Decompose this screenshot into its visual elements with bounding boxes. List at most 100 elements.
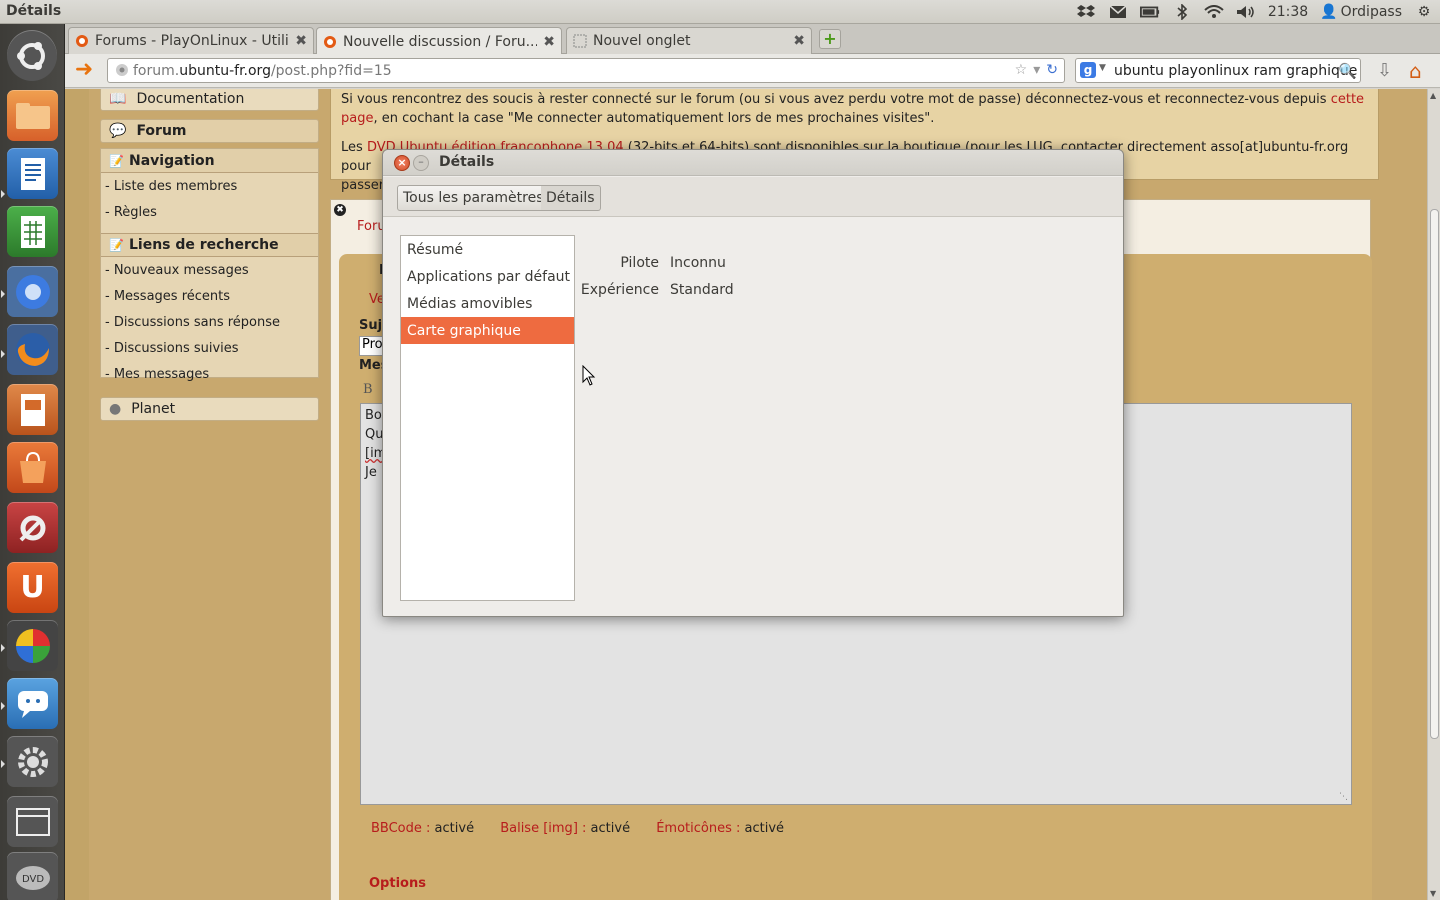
mail-icon[interactable] xyxy=(1108,4,1128,20)
ubuntu-dash-icon[interactable] xyxy=(7,30,57,81)
sidebar-item-sans-reponse[interactable]: - Discussions sans réponse xyxy=(101,309,318,335)
running-indicator xyxy=(1,190,5,198)
active-app-title: Détails xyxy=(6,3,62,19)
firefox-icon[interactable] xyxy=(7,324,58,375)
chromium-icon[interactable] xyxy=(7,266,58,317)
img-value: activé xyxy=(590,821,631,836)
running-indicator xyxy=(1,350,5,358)
url-path: /post.php?fid=15 xyxy=(270,62,392,79)
dropdown-icon[interactable]: ▾ xyxy=(1033,62,1040,78)
page-scrollbar[interactable]: ▲ ▼ xyxy=(1427,89,1440,900)
search-links-title: Liens de recherche xyxy=(129,237,279,253)
google-icon[interactable]: g xyxy=(1080,62,1096,78)
close-tab-icon[interactable]: ✖ xyxy=(543,34,555,50)
notice-link[interactable]: page xyxy=(341,111,373,126)
url-actions: ☆ ▾ ↻ xyxy=(1015,62,1058,78)
back-arrow-icon[interactable]: ➜ xyxy=(71,59,97,83)
user-icon: 👤 xyxy=(1320,4,1338,20)
close-tab-icon[interactable]: ✖ xyxy=(793,33,805,49)
settings-tools-icon[interactable] xyxy=(7,502,58,553)
search-links-heading: 📝 Liens de recherche xyxy=(101,233,318,257)
launcher: U DVD xyxy=(0,24,65,900)
wifi-icon[interactable] xyxy=(1204,4,1224,20)
bluetooth-icon[interactable] xyxy=(1172,4,1192,20)
engine-dropdown-icon[interactable]: ▼ xyxy=(1099,63,1106,73)
user-menu[interactable]: 👤 Ordipass xyxy=(1320,4,1402,20)
battery-icon[interactable] xyxy=(1139,4,1160,20)
tab-strip: Forums - PlayOnLinux - Utili... ✖ Nouvel… xyxy=(65,24,1440,55)
close-icon[interactable]: × xyxy=(394,155,410,171)
search-value: ubuntu playonlinux ram graphique xyxy=(1114,62,1358,79)
download-icon[interactable]: ⇩ xyxy=(1377,60,1392,81)
tab-nouvel-onglet[interactable]: Nouvel onglet ✖ xyxy=(566,27,812,54)
notice-text: Les xyxy=(341,140,363,155)
sidebar-documentation[interactable]: 📖 Documentation xyxy=(100,89,319,111)
list-item-medias[interactable]: Médias amovibles xyxy=(401,290,574,317)
sidebar-item-regles[interactable]: - Règles xyxy=(101,199,318,225)
new-tab-button[interactable]: + xyxy=(819,29,841,49)
empathy-icon[interactable] xyxy=(7,678,58,729)
playonlinux-icon[interactable] xyxy=(7,620,58,671)
search-icon[interactable]: 🔍 xyxy=(1338,62,1357,80)
sidebar-item-nouveaux[interactable]: - Nouveaux messages xyxy=(101,257,318,283)
impress-icon[interactable] xyxy=(7,384,58,435)
format-status: BBCode : activé Balise [img] : activé Ém… xyxy=(371,821,784,836)
dialog-titlebar[interactable]: × – Détails xyxy=(383,150,1123,176)
system-settings-icon[interactable] xyxy=(7,736,58,787)
bold-button[interactable]: B xyxy=(363,382,373,397)
all-settings-button[interactable]: Tous les paramètres xyxy=(397,185,550,211)
img-key[interactable]: Balise [img] : xyxy=(500,821,586,836)
tab-label: Nouvel onglet xyxy=(593,33,691,49)
sidebar-item-mes-messages[interactable]: - Mes messages xyxy=(101,361,318,387)
gear-icon[interactable]: ⚙ xyxy=(1414,4,1434,20)
notice-link[interactable]: cette xyxy=(1331,92,1364,107)
scroll-down-icon[interactable]: ▼ xyxy=(1430,889,1436,898)
url-bar[interactable]: forum. ubuntu-fr.org/post.php?fid=15 ☆ ▾ … xyxy=(107,58,1065,83)
volume-icon[interactable] xyxy=(1236,4,1256,20)
sidebar-item-suivies[interactable]: - Discussions suivies xyxy=(101,335,318,361)
note-icon: 📝 xyxy=(109,153,124,168)
sidebar-forum-label: Forum xyxy=(136,123,187,139)
site-identity-icon[interactable] xyxy=(115,63,129,81)
forum-icon: 💬 xyxy=(109,123,127,139)
list-item-resume[interactable]: Résumé xyxy=(401,236,574,263)
sidebar-item-membres[interactable]: - Liste des membres xyxy=(101,173,318,199)
resize-handle-icon[interactable]: ⋱ xyxy=(1339,792,1348,802)
minimize-icon[interactable]: – xyxy=(413,155,429,171)
scroll-thumb[interactable] xyxy=(1430,209,1439,739)
tab-playonlinux[interactable]: Forums - PlayOnLinux - Utili... ✖ xyxy=(68,27,314,54)
workspace-icon[interactable] xyxy=(7,796,58,847)
list-item-applications[interactable]: Applications par défaut xyxy=(401,263,574,290)
close-tab-icon[interactable]: ✖ xyxy=(295,33,307,49)
clock[interactable]: 21:38 xyxy=(1268,4,1308,20)
software-center-icon[interactable] xyxy=(7,442,58,493)
calc-icon[interactable] xyxy=(7,206,58,257)
writer-icon[interactable] xyxy=(7,148,58,199)
home-icon[interactable]: ⌂ xyxy=(1409,59,1422,83)
dropbox-icon[interactable] xyxy=(1076,4,1096,20)
sidebar-planet-label: Planet xyxy=(131,401,176,417)
tab-nouvelle-discussion[interactable]: Nouvelle discussion / Foru... ✖ xyxy=(316,27,562,55)
close-icon[interactable]: ✖ xyxy=(334,204,346,216)
emoticons-key[interactable]: Émoticônes : xyxy=(656,821,740,836)
ubuntu-one-icon[interactable]: U xyxy=(7,562,58,613)
book-icon: 📖 xyxy=(109,91,127,107)
files-icon[interactable] xyxy=(7,90,58,141)
bbcode-key[interactable]: BBCode : xyxy=(371,821,430,836)
reload-icon[interactable]: ↻ xyxy=(1046,62,1058,78)
ubuntu-favicon-icon xyxy=(75,34,89,48)
options-heading: Options xyxy=(369,876,426,891)
star-icon[interactable]: ☆ xyxy=(1015,62,1028,78)
dvd-icon[interactable]: DVD xyxy=(7,852,58,900)
details-crumb-button[interactable]: Détails xyxy=(541,185,601,211)
user-name: Ordipass xyxy=(1340,4,1402,20)
emoticons-value: activé xyxy=(744,821,785,836)
sidebar-planet[interactable]: ● Planet xyxy=(100,397,319,421)
list-item-carte-graphique[interactable]: Carte graphique xyxy=(401,317,574,344)
scroll-up-icon[interactable]: ▲ xyxy=(1430,91,1436,100)
notice-text: passer xyxy=(341,178,385,193)
sidebar-item-recents[interactable]: - Messages récents xyxy=(101,283,318,309)
search-input[interactable]: g ▼ ubuntu playonlinux ram graphique 🔍 xyxy=(1075,58,1361,83)
subject-value: Pro xyxy=(362,337,383,352)
sidebar-forum[interactable]: 💬 Forum xyxy=(100,119,319,143)
